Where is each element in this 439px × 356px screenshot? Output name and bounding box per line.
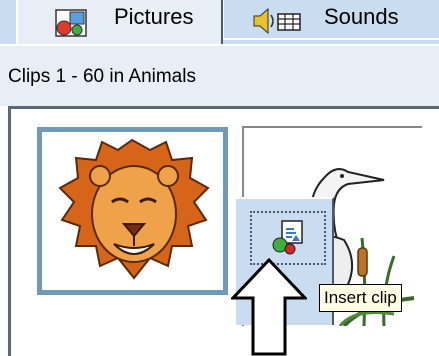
clips-count-label: Clips 1 - 60 in Animals xyxy=(8,66,196,87)
clip-gallery-window: Pictures Sounds Clips 1 - 60 in Animals xyxy=(0,0,439,356)
up-arrow-icon xyxy=(231,258,307,356)
tab-pictures[interactable]: Pictures xyxy=(16,0,223,44)
tab-strip: Pictures Sounds xyxy=(0,0,439,44)
pictures-icon xyxy=(52,6,92,38)
tab-sounds-label: Sounds xyxy=(324,4,399,29)
tab-pictures-label: Pictures xyxy=(114,4,194,29)
insert-clip-icon xyxy=(270,219,308,257)
sounds-icon xyxy=(250,6,304,36)
tab-sounds[interactable]: Sounds xyxy=(223,0,439,40)
lion-clip[interactable] xyxy=(37,127,228,295)
insert-clip-tooltip: Insert clip xyxy=(319,284,402,312)
lion-image xyxy=(58,138,210,280)
insert-clip-button[interactable] xyxy=(250,211,326,265)
clips-header: Clips 1 - 60 in Animals xyxy=(0,44,439,106)
